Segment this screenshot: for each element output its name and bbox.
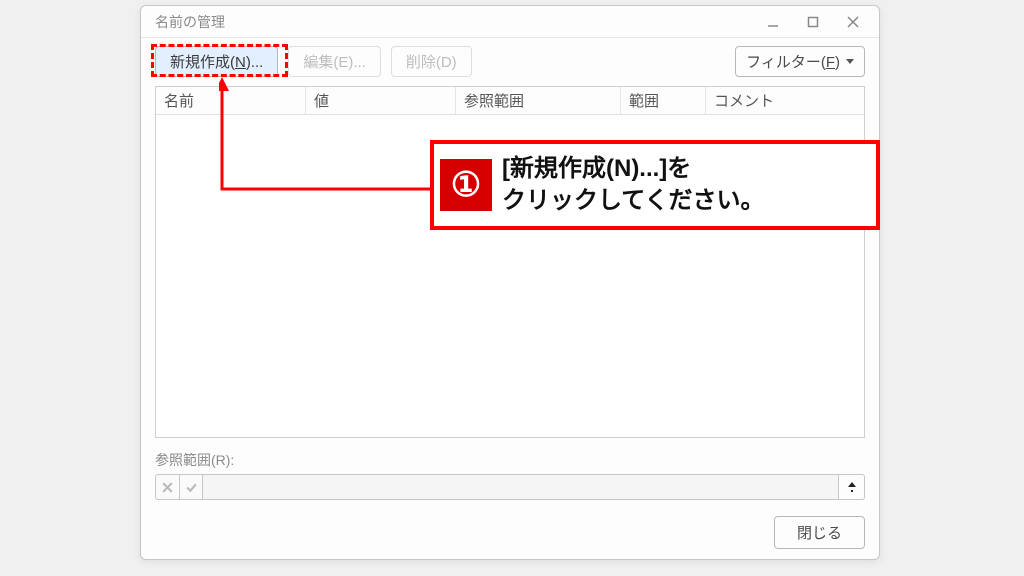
minimize-button[interactable] [753,8,793,36]
reference-input[interactable] [203,474,839,500]
instruction-callout: ① [新規作成(N)...]を クリックしてください。 [430,140,880,230]
close-window-button[interactable] [833,8,873,36]
range-picker-button[interactable] [839,474,865,500]
names-grid: 名前 値 参照範囲 範囲 コメント [155,86,865,438]
grid-header: 名前 値 参照範囲 範囲 コメント [156,87,864,115]
reference-row [155,474,865,500]
new-button[interactable]: 新規作成(N)... [155,46,278,77]
filter-button-label: フィルター(F) [746,51,840,72]
toolbar: 新規作成(N)... 編集(E)... 削除(D) フィルター(F) [141,38,879,83]
reference-area: 参照範囲(R): [141,444,879,510]
new-button-label: 新規作成(N)... [170,54,263,71]
chevron-down-icon [846,59,854,64]
reference-label: 参照範囲(R): [155,448,865,474]
column-comment[interactable]: コメント [706,87,864,114]
name-manager-dialog: 名前の管理 新規作成(N)... 編集(E)... 削除(D) フィルター(F)… [140,5,880,560]
close-button[interactable]: 閉じる [774,516,865,549]
ref-accept-button[interactable] [179,474,203,500]
edit-button[interactable]: 編集(E)... [288,46,381,77]
maximize-button[interactable] [793,8,833,36]
collapse-up-icon [846,481,858,493]
column-refers[interactable]: 参照範囲 [456,87,621,114]
column-scope[interactable]: 範囲 [621,87,706,114]
instruction-text: [新規作成(N)...]を クリックしてください。 [502,153,765,218]
minimize-icon [767,16,779,28]
column-name[interactable]: 名前 [156,87,306,114]
close-icon [847,16,859,28]
dialog-title: 名前の管理 [155,12,753,32]
step-number-badge: ① [440,159,492,211]
delete-button[interactable]: 削除(D) [391,46,472,77]
filter-button[interactable]: フィルター(F) [735,46,865,77]
x-icon [161,481,174,494]
ref-cancel-button[interactable] [155,474,179,500]
column-value[interactable]: 値 [306,87,456,114]
titlebar: 名前の管理 [141,6,879,38]
dialog-footer: 閉じる [141,510,879,559]
check-icon [185,481,198,494]
maximize-icon [807,16,819,28]
